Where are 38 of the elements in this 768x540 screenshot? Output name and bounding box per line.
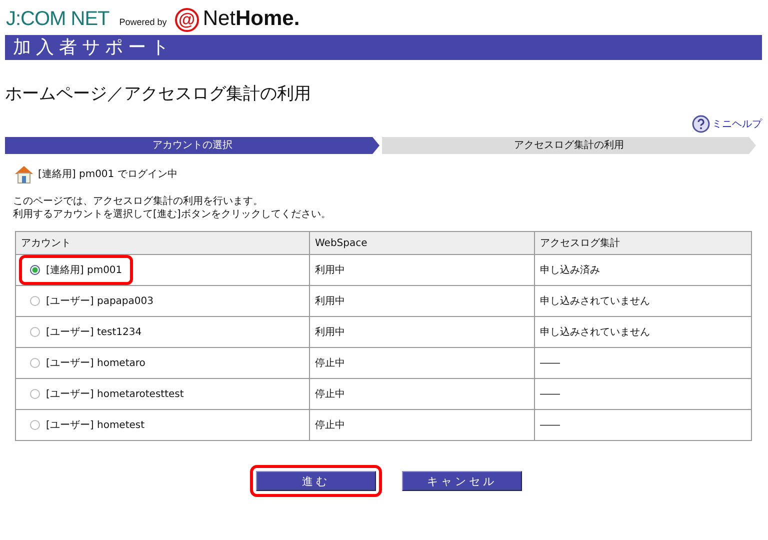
progress-step: アカウントの選択 (5, 137, 380, 154)
table-cell: 申し込みされていません (534, 316, 752, 348)
help-icon (692, 115, 710, 133)
login-status-text: [連絡用] pm001 でログイン中 (38, 168, 178, 181)
table-cell: ―― (534, 410, 752, 440)
at-logo-mark: @ (174, 8, 199, 32)
table-cell: 停止中 (310, 378, 534, 410)
support-banner: 加入者サポート (5, 35, 762, 60)
column-header: アクセスログ集計 (534, 232, 752, 254)
page-title: ホームページ／アクセスログ集計の利用 (5, 83, 312, 105)
net-logo-text: Net (202, 8, 236, 30)
account-radio-option[interactable]: [ユーザー] hometaro (19, 348, 156, 378)
column-header: アカウント (16, 232, 310, 254)
table-cell: 申し込みされていません (534, 286, 752, 316)
table-cell: 停止中 (310, 410, 534, 440)
instruction-text: このページでは、アクセスログ集計の利用を行います。 (13, 195, 264, 208)
account-radio-option[interactable]: [ユーザー] test1234 (19, 317, 153, 347)
account-radio-option[interactable]: [ユーザー] hometest (19, 410, 156, 440)
table-cell: 申し込み済み (534, 254, 752, 286)
account-radio-option[interactable]: [ユーザー] hometarotesttest (19, 379, 195, 409)
action-button[interactable]: キャンセル (402, 471, 522, 491)
powered-by-text: Powered by (119, 17, 167, 27)
house-icon (13, 163, 35, 185)
progress-step: アクセスログ集計の利用 (382, 137, 756, 154)
table-cell: ―― (534, 378, 752, 410)
table-cell: 利用中 (310, 316, 534, 348)
account-radio-option[interactable]: [ユーザー] papapa003 (19, 286, 164, 316)
table-cell: 停止中 (310, 348, 534, 378)
mini-help-link[interactable]: ミニヘルプ (692, 115, 762, 133)
table-cell: 利用中 (310, 254, 534, 286)
account-radio-option[interactable]: [連絡用] pm001 (19, 255, 134, 285)
brand-logo-text: J:COM NET (6, 8, 110, 30)
action-button[interactable]: 進む (256, 471, 376, 491)
home-logo-text: Home. (236, 8, 300, 30)
instruction-text: 利用するアカウントを選択して[進む]ボタンをクリックしてください。 (13, 208, 332, 221)
table-cell: 利用中 (310, 286, 534, 316)
column-header: WebSpace (310, 232, 534, 254)
table-cell: ―― (534, 348, 752, 378)
